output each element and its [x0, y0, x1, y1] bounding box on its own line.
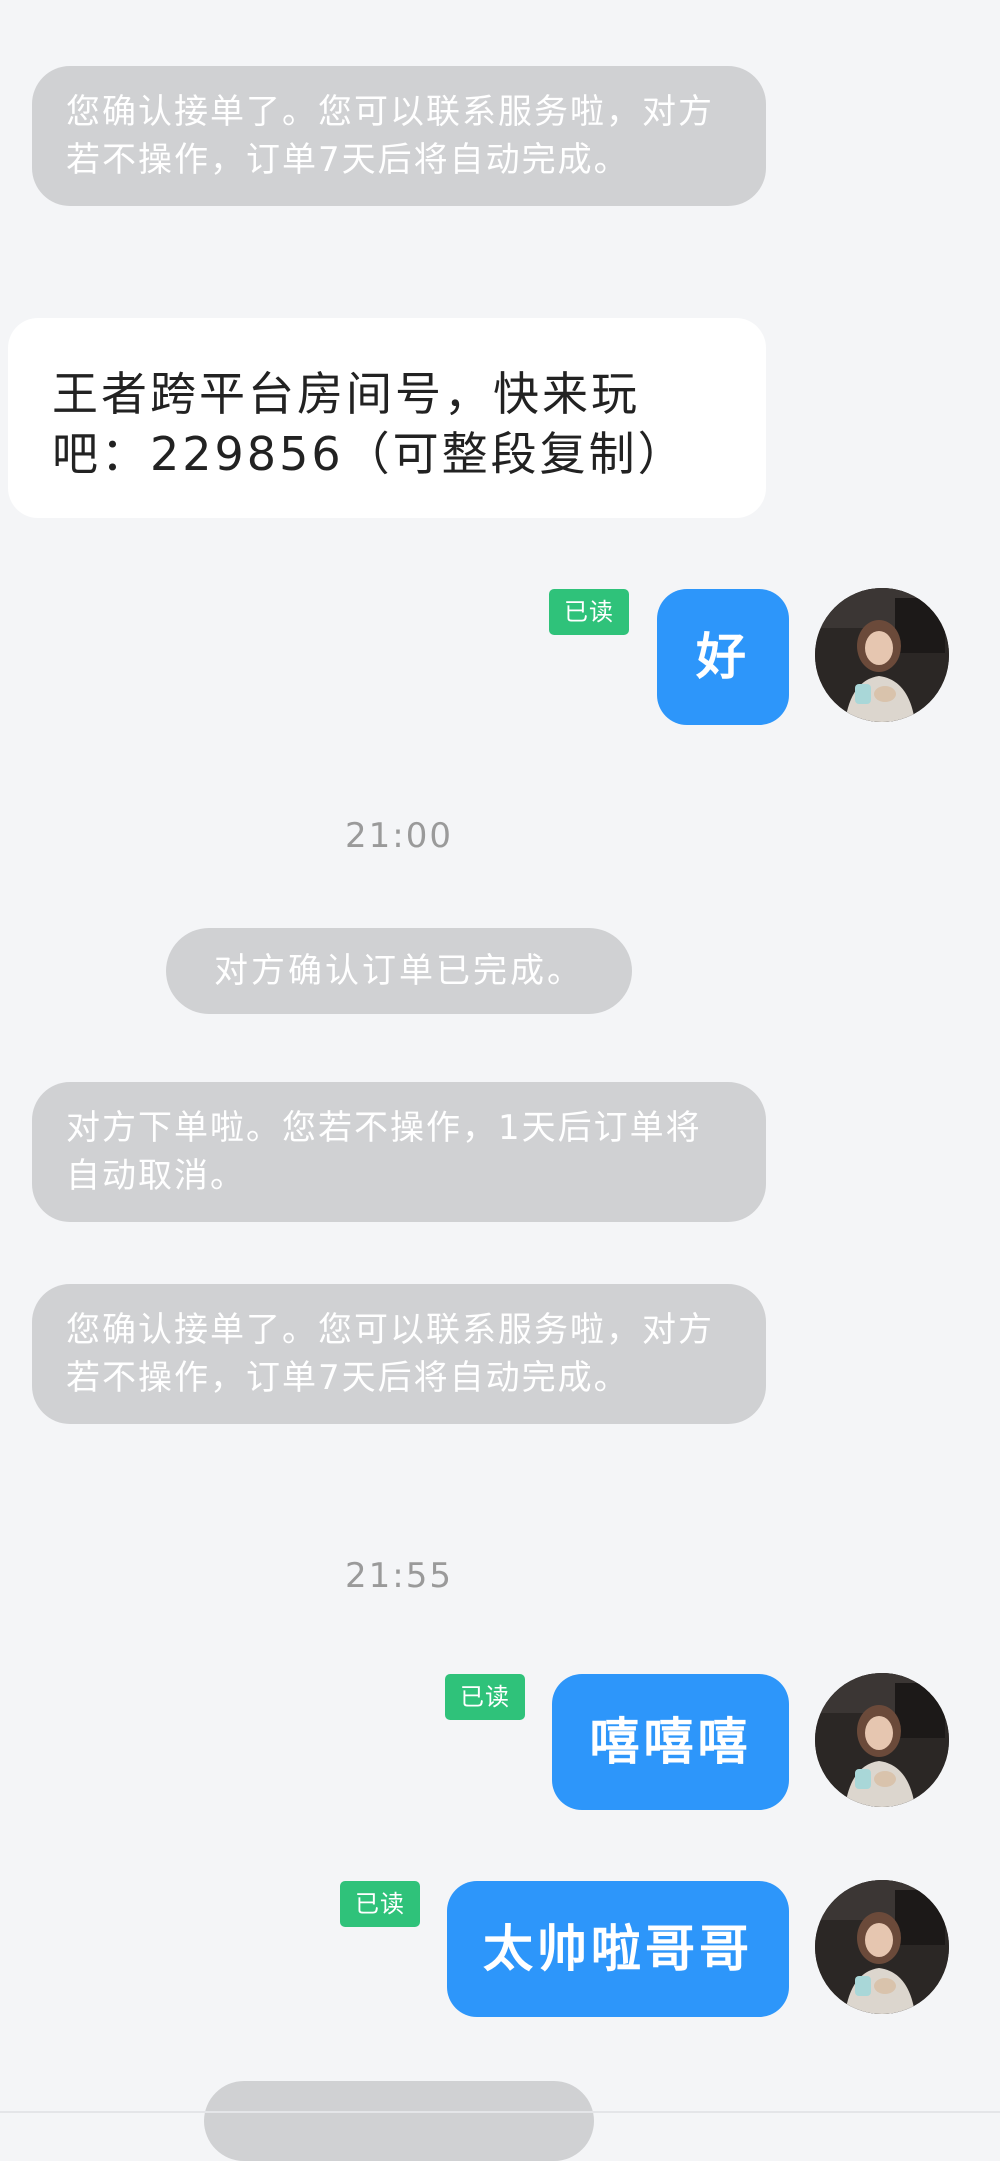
avatar[interactable] [815, 1880, 949, 2014]
outgoing-message[interactable]: 太帅啦哥哥 [447, 1881, 789, 2017]
avatar-image [815, 1880, 949, 2014]
avatar-image [815, 588, 949, 722]
read-badge: 已读 [340, 1881, 420, 1927]
system-message-text: 您确认接单了。您可以联系服务啦，对方若不操作，订单7天后将自动完成。 [66, 1310, 714, 1398]
system-message-order-completed: 对方确认订单已完成。 [166, 928, 632, 1014]
outgoing-message-text: 好 [696, 628, 750, 686]
outgoing-message[interactable]: 好 [657, 589, 789, 725]
timestamp-text: 21:55 [345, 1556, 453, 1596]
timestamp-text: 21:00 [345, 816, 453, 856]
read-badge-label: 已读 [355, 1890, 405, 1918]
system-message-order-placed: 对方下单啦。您若不操作，1天后订单将自动取消。 [32, 1082, 766, 1222]
avatar-image [815, 1673, 949, 1807]
outgoing-message-text: 嘻嘻嘻 [589, 1713, 752, 1771]
read-badge-label: 已读 [564, 598, 614, 626]
system-message-accept-order: 您确认接单了。您可以联系服务啦，对方若不操作，订单7天后将自动完成。 [32, 66, 766, 206]
system-message-text: 您确认接单了。您可以联系服务啦，对方若不操作，订单7天后将自动完成。 [66, 92, 714, 180]
room-number-text: 王者跨平台房间号，快来玩吧：229856（可整段复制） [52, 367, 687, 481]
outgoing-message[interactable]: 嘻嘻嘻 [552, 1674, 789, 1810]
partial-system-message [204, 2081, 594, 2161]
bottom-divider [0, 2111, 1000, 2113]
timestamp: 21:00 [0, 816, 798, 856]
avatar[interactable] [815, 588, 949, 722]
system-message-accept-order: 您确认接单了。您可以联系服务啦，对方若不操作，订单7天后将自动完成。 [32, 1284, 766, 1424]
room-number-card[interactable]: 王者跨平台房间号，快来玩吧：229856（可整段复制） [8, 318, 766, 518]
read-badge-label: 已读 [460, 1683, 510, 1711]
system-message-text: 对方下单啦。您若不操作，1天后订单将自动取消。 [66, 1108, 702, 1196]
read-badge: 已读 [445, 1674, 525, 1720]
timestamp: 21:55 [0, 1556, 798, 1596]
read-badge: 已读 [549, 589, 629, 635]
avatar[interactable] [815, 1673, 949, 1807]
outgoing-message-text: 太帅啦哥哥 [483, 1920, 753, 1978]
system-message-text: 对方确认订单已完成。 [214, 951, 584, 991]
